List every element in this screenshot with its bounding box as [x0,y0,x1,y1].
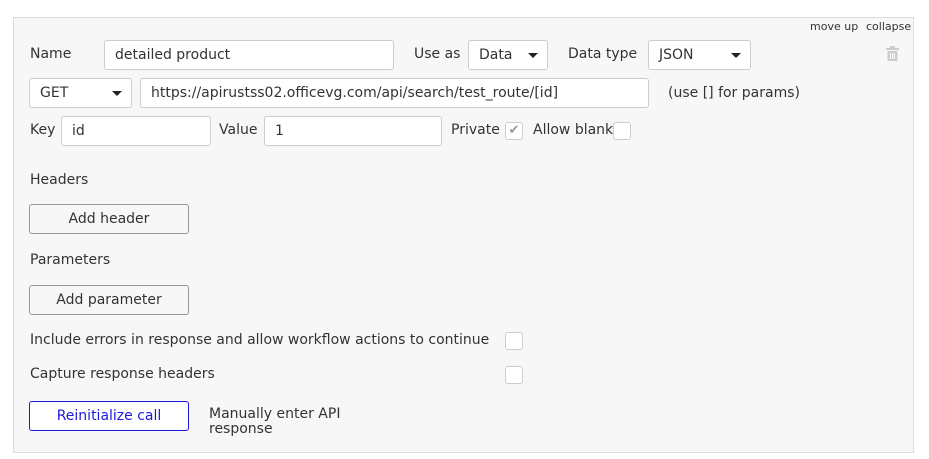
allow-blank-checkbox[interactable] [613,122,631,140]
data-type-label: Data type [568,46,638,62]
use-as-select[interactable]: Data [468,40,548,70]
method-value: GET [40,85,69,101]
collapse-link[interactable]: collapse [866,20,911,33]
add-parameter-button[interactable]: Add parameter [29,285,189,315]
use-as-value: Data [479,47,513,63]
include-errors-checkbox[interactable] [505,332,523,350]
capture-headers-checkbox[interactable] [505,366,523,384]
manual-response-link[interactable]: Manually enter API response [209,407,349,437]
url-hint: (use [] for params) [668,85,800,101]
value-label: Value [219,122,258,138]
chevron-down-icon [528,53,538,58]
trash-icon[interactable] [886,46,899,61]
private-checkbox[interactable]: ✔ [505,122,523,140]
value-input[interactable]: 1 [264,116,442,146]
capture-headers-label: Capture response headers [30,366,215,382]
data-type-select[interactable]: JSON [648,40,751,70]
include-errors-label: Include errors in response and allow wor… [30,332,490,348]
url-input[interactable]: https://apirustss02.officevg.com/api/sea… [140,78,649,108]
reinitialize-call-button[interactable]: Reinitialize call [29,401,189,431]
method-select[interactable]: GET [29,78,132,108]
chevron-down-icon [731,53,741,58]
name-input[interactable]: detailed product [104,40,394,70]
name-label: Name [30,46,72,62]
headers-title: Headers [30,172,89,188]
key-input[interactable]: id [61,116,211,146]
parameters-title: Parameters [30,252,111,268]
chevron-down-icon [112,91,122,96]
data-type-value: JSON [659,47,694,63]
move-up-link[interactable]: move up [810,20,858,33]
use-as-label: Use as [414,46,461,62]
allow-blank-label: Allow blank [533,122,614,138]
private-label: Private [451,122,500,138]
key-label: Key [30,122,56,138]
add-header-button[interactable]: Add header [29,204,189,234]
